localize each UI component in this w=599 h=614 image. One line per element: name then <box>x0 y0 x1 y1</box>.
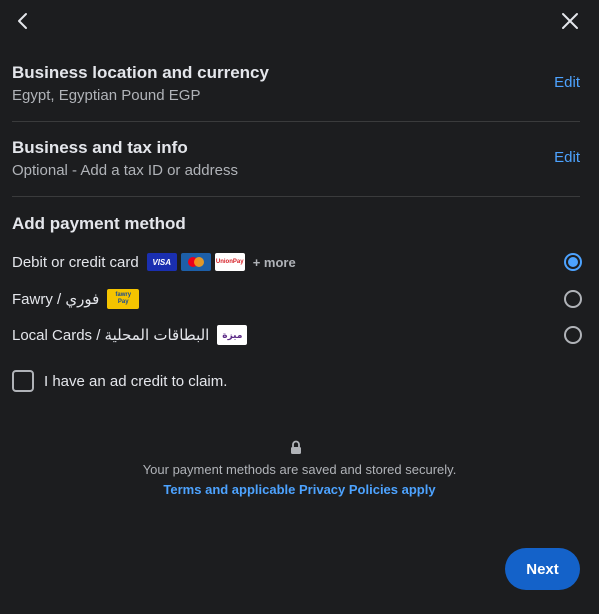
ad-credit-option[interactable]: I have an ad credit to claim. <box>12 370 227 392</box>
card-badges: VISA UnionPay + more <box>146 253 296 271</box>
edit-tax-link[interactable]: Edit <box>554 149 580 166</box>
business-location-title: Business location and currency <box>12 63 269 82</box>
fawry-badge: fawry Pay <box>107 289 140 309</box>
business-tax-value: Optional - Add a tax ID or address <box>12 162 238 179</box>
card-radio[interactable] <box>564 253 582 271</box>
secure-storage-text: Your payment methods are saved and store… <box>142 462 457 477</box>
payment-option-fawry[interactable]: Fawry / فوري fawry Pay <box>12 286 582 312</box>
business-tax-title: Business and tax info <box>12 138 188 157</box>
divider <box>12 196 580 197</box>
back-arrow-icon <box>18 13 27 29</box>
meeza-badge: ميزة <box>217 325 248 345</box>
payment-option-label: Local Cards / البطاقات المحلية <box>12 327 210 344</box>
more-cards-text: + more <box>252 254 296 270</box>
business-tax-section: Business and tax info Optional - Add a t… <box>12 138 580 179</box>
fawry-radio[interactable] <box>564 290 582 308</box>
unionpay-logo: UnionPay <box>214 253 245 271</box>
back-button[interactable] <box>10 8 36 34</box>
visa-logo: VISA <box>146 253 177 271</box>
terms-privacy-link[interactable]: Terms and applicable Privacy Policies ap… <box>0 482 599 497</box>
next-button[interactable]: Next <box>505 548 580 590</box>
payment-option-label: Fawry / فوري <box>12 291 100 308</box>
top-bar <box>0 0 599 44</box>
business-location-section: Business location and currency Egypt, Eg… <box>12 63 580 104</box>
lock-icon <box>291 440 301 454</box>
payment-option-label: Debit or credit card <box>12 253 139 271</box>
close-icon <box>562 13 578 29</box>
close-button[interactable] <box>557 8 583 34</box>
ad-credit-label: I have an ad credit to claim. <box>44 372 228 390</box>
edit-location-link[interactable]: Edit <box>554 74 580 91</box>
meeza-logo: ميزة <box>217 325 248 345</box>
payment-option-card[interactable]: Debit or credit card VISA UnionPay + mor… <box>12 249 582 275</box>
business-location-value: Egypt, Egyptian Pound EGP <box>12 87 201 104</box>
payment-method-title: Add payment method <box>12 214 186 233</box>
divider <box>12 121 580 122</box>
fawry-logo: fawry Pay <box>107 289 140 309</box>
payment-option-local-cards[interactable]: Local Cards / البطاقات المحلية ميزة <box>12 322 582 348</box>
mastercard-logo <box>180 253 211 271</box>
local-cards-radio[interactable] <box>564 326 582 344</box>
ad-credit-checkbox[interactable] <box>12 370 34 392</box>
